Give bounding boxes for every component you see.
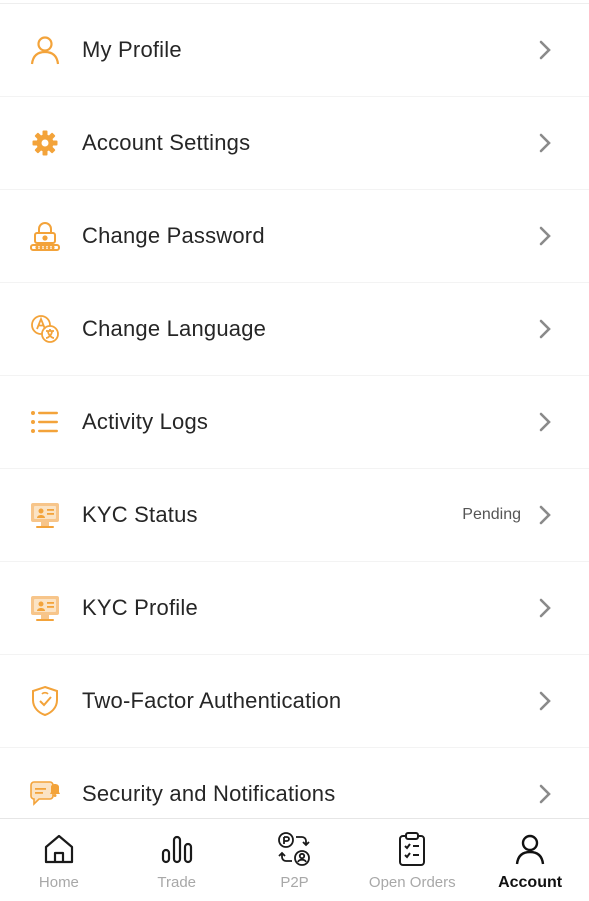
menu-item-change-language[interactable]: Change Language xyxy=(0,283,589,376)
tab-account[interactable]: Account xyxy=(471,819,589,901)
menu-item-kyc-status[interactable]: KYC Status Pending xyxy=(0,469,589,562)
lock-icon xyxy=(28,219,62,253)
chevron-right-icon xyxy=(535,410,555,434)
chevron-right-icon xyxy=(535,224,555,248)
home-icon xyxy=(41,831,77,867)
menu-item-two-factor-authentication[interactable]: Two-Factor Authentication xyxy=(0,655,589,748)
tab-label: Home xyxy=(38,874,79,891)
user-icon xyxy=(28,33,62,67)
tab-label: P2P xyxy=(280,874,309,891)
menu-item-kyc-profile[interactable]: KYC Profile xyxy=(0,562,589,655)
menu-item-label: KYC Status xyxy=(82,502,198,527)
chevron-right-icon xyxy=(535,689,555,713)
tab-label: Account xyxy=(498,874,563,891)
kyc-monitor-icon xyxy=(28,498,62,532)
menu-item-label: Change Password xyxy=(82,223,265,248)
menu-item-change-password[interactable]: Change Password xyxy=(0,190,589,283)
menu-item-label: My Profile xyxy=(82,37,182,62)
menu-item-label: Account Settings xyxy=(82,130,251,155)
clipboard-icon xyxy=(394,831,430,867)
menu-item-label: Security and Notifications xyxy=(82,781,336,806)
chevron-right-icon xyxy=(535,131,555,155)
menu-item-activity-logs[interactable]: Activity Logs xyxy=(0,376,589,469)
shield-icon xyxy=(28,684,62,718)
menu-item-label: Two-Factor Authentication xyxy=(82,688,342,713)
kyc-status-value: Pending xyxy=(462,506,521,523)
kyc-monitor-icon xyxy=(28,591,62,625)
tab-home[interactable]: Home xyxy=(0,819,118,901)
menu-item-label: Change Language xyxy=(82,316,267,341)
p2p-icon xyxy=(276,831,312,867)
chat-bell-icon xyxy=(28,777,62,811)
language-icon xyxy=(28,312,62,346)
menu-item-label: Activity Logs xyxy=(82,409,209,434)
tab-label: Trade xyxy=(157,874,197,891)
gear-icon xyxy=(28,126,62,160)
tab-trade[interactable]: Trade xyxy=(118,819,236,901)
chevron-right-icon xyxy=(535,503,555,527)
tab-label: Open Orders xyxy=(368,874,456,891)
list-icon xyxy=(28,405,62,439)
chevron-right-icon xyxy=(535,596,555,620)
tab-open-orders[interactable]: Open Orders xyxy=(353,819,471,901)
tab-p2p[interactable]: P2P xyxy=(236,819,354,901)
chevron-right-icon xyxy=(535,317,555,341)
account-icon xyxy=(512,831,548,867)
chevron-right-icon xyxy=(535,782,555,806)
bottom-tab-bar: Home Trade P2P Open Orders Account xyxy=(0,818,589,901)
menu-item-label: KYC Profile xyxy=(82,595,198,620)
account-menu: My Profile Account Settings Change Passw… xyxy=(0,0,589,841)
menu-item-my-profile[interactable]: My Profile xyxy=(0,4,589,97)
menu-item-account-settings[interactable]: Account Settings xyxy=(0,97,589,190)
chevron-right-icon xyxy=(535,38,555,62)
chart-bars-icon xyxy=(159,831,195,867)
